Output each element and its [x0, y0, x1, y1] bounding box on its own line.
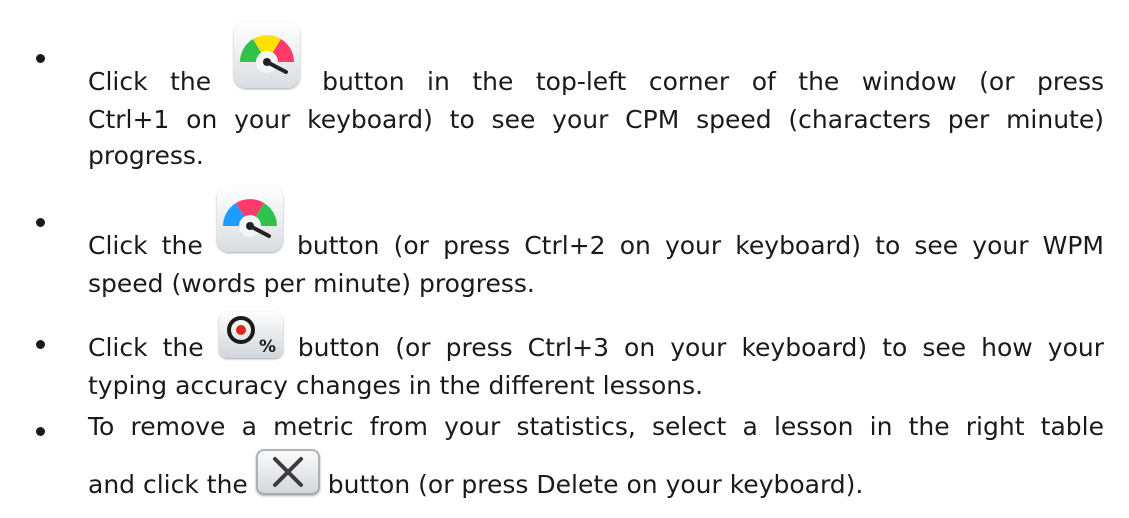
instruction-line: To remove a metric from your statistics,… — [88, 412, 1104, 441]
wpm-speed-gauge-icon[interactable] — [216, 186, 283, 252]
instruction-line: Click the button (or press Ctrl+2 on you… — [88, 186, 1104, 266]
instruction-line: progress. — [88, 141, 204, 170]
help-page: Click the button in the top-left corner … — [0, 0, 1129, 518]
bullet — [36, 54, 45, 63]
cpm-speed-gauge-icon[interactable] — [233, 22, 300, 88]
instruction-cpm: Click the button in the top-left corner … — [88, 22, 1104, 174]
instruction-line: speed (words per minute) progress. — [88, 269, 535, 298]
instruction-line: Click the % button (or press Ctrl+3 on y… — [88, 312, 1104, 368]
instruction-line: and click the button (or press Delete on… — [88, 449, 1104, 505]
instruction-line: typing accuracy changes in the different… — [88, 371, 704, 400]
instruction-accuracy: Click the % button (or press Ctrl+3 on y… — [88, 312, 1104, 404]
bullet — [36, 427, 45, 436]
bullet — [36, 218, 45, 227]
instruction-line: Ctrl+1 on your keyboard) to see your CPM… — [88, 105, 1104, 134]
bullet — [36, 340, 45, 349]
delete-x-icon[interactable] — [255, 449, 320, 495]
accuracy-target-icon[interactable]: % — [218, 312, 283, 358]
instruction-line: Click the button in the top-left corner … — [88, 22, 1104, 102]
instruction-wpm: Click the button (or press Ctrl+2 on you… — [88, 186, 1104, 302]
percent-glyph: % — [259, 337, 276, 357]
instruction-delete: To remove a metric from your statistics,… — [88, 409, 1104, 505]
